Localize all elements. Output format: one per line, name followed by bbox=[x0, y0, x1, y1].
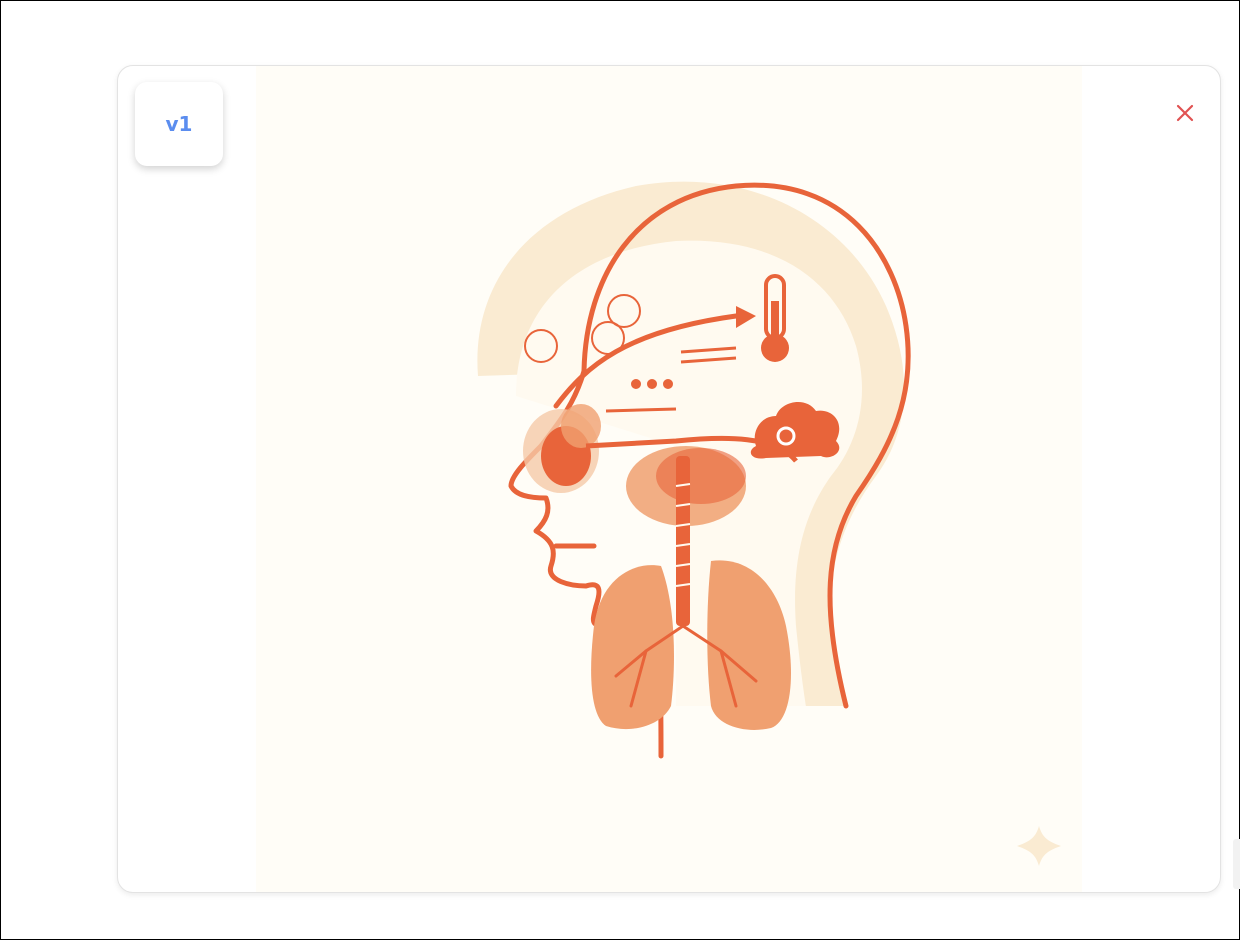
page-frame: v1 bbox=[0, 0, 1240, 940]
sinus-area-inner bbox=[656, 448, 746, 504]
version-button[interactable]: v1 bbox=[135, 82, 223, 166]
respiratory-illustration bbox=[477, 181, 1061, 866]
close-icon bbox=[1176, 104, 1194, 122]
image-preview-card: v1 bbox=[117, 65, 1221, 893]
close-button[interactable] bbox=[1168, 96, 1202, 130]
nasal-blob-mid bbox=[561, 404, 601, 448]
illustration-panel bbox=[256, 66, 1082, 892]
edge-handle bbox=[1233, 839, 1240, 889]
sparkle-icon bbox=[1017, 826, 1061, 866]
trachea bbox=[676, 456, 690, 626]
particle-dots bbox=[631, 379, 673, 389]
